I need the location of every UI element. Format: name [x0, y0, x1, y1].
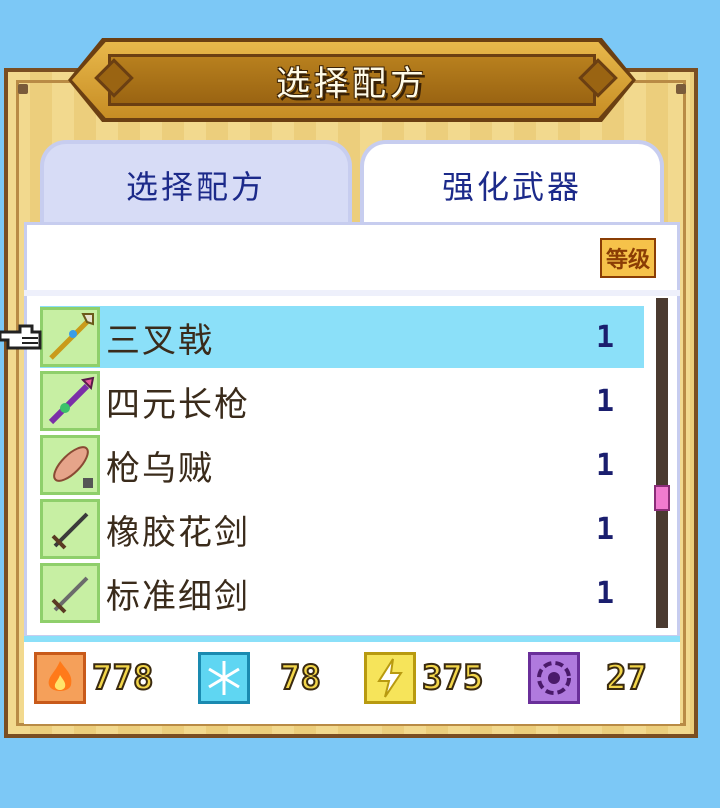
item-level: 1: [595, 575, 614, 611]
spear-icon: [40, 371, 100, 431]
rivet-icon: [676, 84, 686, 94]
item-level: 1: [595, 511, 614, 547]
tab-select-recipe[interactable]: 选择配方: [40, 140, 352, 226]
list-item-rubber-sword[interactable]: 橡胶花剑 1: [40, 498, 644, 560]
list-scrollbar[interactable]: [656, 298, 668, 628]
scrollbar-thumb[interactable]: [654, 485, 670, 511]
trident-icon: [40, 307, 100, 367]
item-name: 橡胶花剑: [106, 512, 250, 553]
resource-dark: 27: [528, 650, 648, 706]
list-divider: [24, 290, 680, 296]
dark-count: 27: [605, 657, 648, 699]
pointing-hand-cursor-icon: [0, 318, 46, 362]
level-column-header: 等级: [599, 238, 656, 278]
ice-count: 78: [279, 657, 322, 699]
item-name: 枪乌贼: [106, 448, 214, 489]
item-level: 1: [595, 383, 614, 419]
thunder-count: 375: [421, 657, 484, 699]
lightning-icon: [364, 652, 416, 704]
item-name: 三叉戟: [106, 320, 214, 361]
list-item-spear[interactable]: 四元长枪 1: [40, 370, 644, 432]
list-item-rapier[interactable]: 标准细剑 1: [40, 562, 644, 624]
fire-icon: [34, 652, 86, 704]
ice-icon: [198, 652, 250, 704]
item-name: 标准细剑: [106, 576, 250, 617]
list-item-trident[interactable]: 三叉戟 1: [40, 306, 644, 368]
item-level: 1: [595, 447, 614, 483]
tab-enhance-weapon[interactable]: 强化武器: [360, 140, 664, 226]
resource-fire: 778: [34, 650, 154, 706]
resource-thunder: 375: [364, 650, 484, 706]
rapier-icon: [40, 563, 100, 623]
rubber-sword-icon: [40, 499, 100, 559]
page-title: 选择配方: [276, 63, 428, 104]
item-level: 1: [595, 319, 614, 355]
vortex-icon: [528, 652, 580, 704]
rivet-icon: [18, 84, 28, 94]
fire-count: 778: [91, 657, 154, 699]
resource-ice: 78: [198, 650, 322, 706]
title-text-box: 选择配方: [68, 38, 636, 122]
item-name: 四元长枪: [106, 384, 250, 425]
list-item-squid[interactable]: 枪乌贼 1: [40, 434, 644, 496]
squid-icon: [40, 435, 100, 495]
